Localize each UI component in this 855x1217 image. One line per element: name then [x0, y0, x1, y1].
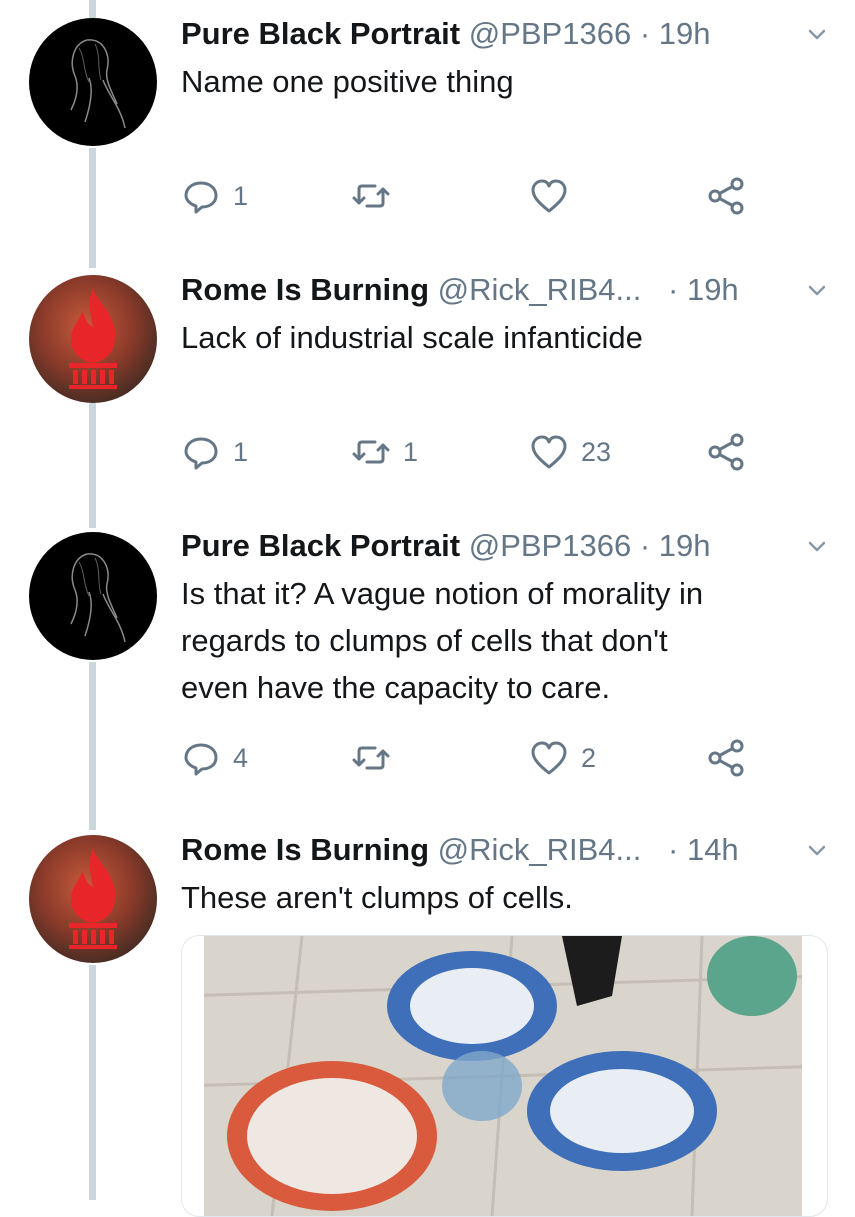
retweet-count: 1: [403, 436, 419, 467]
like-count: 23: [581, 436, 612, 467]
reply-count: 4: [233, 742, 249, 773]
tweet-text: Name one positive thing: [181, 64, 514, 99]
timestamp[interactable]: · 19h: [668, 272, 739, 307]
tweet-text: Lack of industrial scale infanticide: [181, 320, 643, 355]
heart-icon: [531, 741, 567, 775]
dark-portrait-avatar[interactable]: [29, 18, 157, 146]
display-name[interactable]: Pure Black Portrait: [181, 528, 460, 563]
tweet-text-line: Is that it? A vague notion of morality i…: [181, 576, 704, 611]
tweet-text-line: regards to clumps of cells that don't: [181, 623, 668, 658]
user-handle[interactable]: @PBP1366: [469, 528, 631, 563]
retweet-button[interactable]: [351, 176, 391, 216]
photo-placeholder: [182, 936, 827, 1216]
retweet-icon: [352, 184, 390, 208]
user-handle[interactable]: @Rick_RIB4...: [438, 832, 642, 867]
chevron-down-icon[interactable]: [805, 839, 829, 863]
timestamp[interactable]: · 19h: [640, 16, 711, 51]
tweet-actions: 1 1 23: [181, 432, 781, 472]
like-button[interactable]: 2: [529, 738, 596, 778]
attached-photo[interactable]: [181, 935, 828, 1217]
share-button[interactable]: [706, 176, 746, 216]
dark-portrait-avatar[interactable]: [29, 532, 157, 660]
share-icon: [708, 177, 744, 215]
tweet[interactable]: Pure Black Portrait @PBP1366 · 19h Name …: [0, 12, 855, 222]
like-count: 2: [581, 742, 597, 773]
share-button[interactable]: [706, 432, 746, 472]
tweet-header: Rome Is Burning @Rick_RIB4... · 14h: [181, 828, 855, 872]
flame-logo-avatar[interactable]: [29, 275, 157, 403]
reply-icon: [184, 437, 218, 470]
chevron-down-icon[interactable]: [805, 279, 829, 303]
tweet-actions: 1: [181, 176, 781, 216]
timestamp[interactable]: · 14h: [668, 832, 739, 867]
reply-icon: [184, 743, 218, 776]
tweet-header: Pure Black Portrait @PBP1366 · 19h: [181, 524, 855, 568]
display-name[interactable]: Rome Is Burning: [181, 272, 429, 307]
user-handle[interactable]: @PBP1366: [469, 16, 631, 51]
flame-logo-avatar[interactable]: [29, 835, 157, 963]
reply-button[interactable]: 1: [181, 176, 248, 216]
display-name[interactable]: Pure Black Portrait: [181, 16, 460, 51]
chevron-down-icon[interactable]: [805, 535, 829, 559]
reply-button[interactable]: 4: [181, 738, 248, 778]
tweet-header: Rome Is Burning @Rick_RIB4... · 19h: [181, 268, 855, 312]
like-button[interactable]: 23: [529, 432, 611, 472]
timestamp[interactable]: · 19h: [640, 528, 711, 563]
tweet-text: Is that it? A vague notion of morality i…: [181, 570, 821, 711]
tweet[interactable]: Rome Is Burning @Rick_RIB4... · 14h Thes…: [0, 828, 855, 963]
retweet-button[interactable]: [351, 738, 391, 778]
share-icon: [708, 433, 744, 471]
retweet-button[interactable]: 1: [351, 432, 418, 472]
tweet[interactable]: Rome Is Burning @Rick_RIB4... · 19h Lack…: [0, 268, 855, 478]
retweet-icon: [352, 440, 390, 464]
heart-icon: [531, 435, 567, 469]
tweet-actions: 4 2: [181, 738, 781, 778]
user-handle[interactable]: @Rick_RIB4...: [438, 272, 642, 307]
reply-count: 1: [233, 180, 249, 211]
heart-icon: [531, 179, 567, 213]
tweet-text: These aren't clumps of cells.: [181, 880, 573, 915]
chevron-down-icon[interactable]: [805, 23, 829, 47]
reply-button[interactable]: 1: [181, 432, 248, 472]
share-icon: [708, 739, 744, 777]
thread-line: [89, 965, 96, 1200]
reply-icon: [184, 181, 218, 214]
tweet-text-line: even have the capacity to care.: [181, 670, 611, 705]
tweet[interactable]: Pure Black Portrait @PBP1366 · 19h Is th…: [0, 524, 855, 794]
like-button[interactable]: [529, 176, 569, 216]
retweet-icon: [352, 746, 390, 770]
tweet-header: Pure Black Portrait @PBP1366 · 19h: [181, 12, 855, 56]
share-button[interactable]: [706, 738, 746, 778]
display-name[interactable]: Rome Is Burning: [181, 832, 429, 867]
reply-count: 1: [233, 436, 249, 467]
